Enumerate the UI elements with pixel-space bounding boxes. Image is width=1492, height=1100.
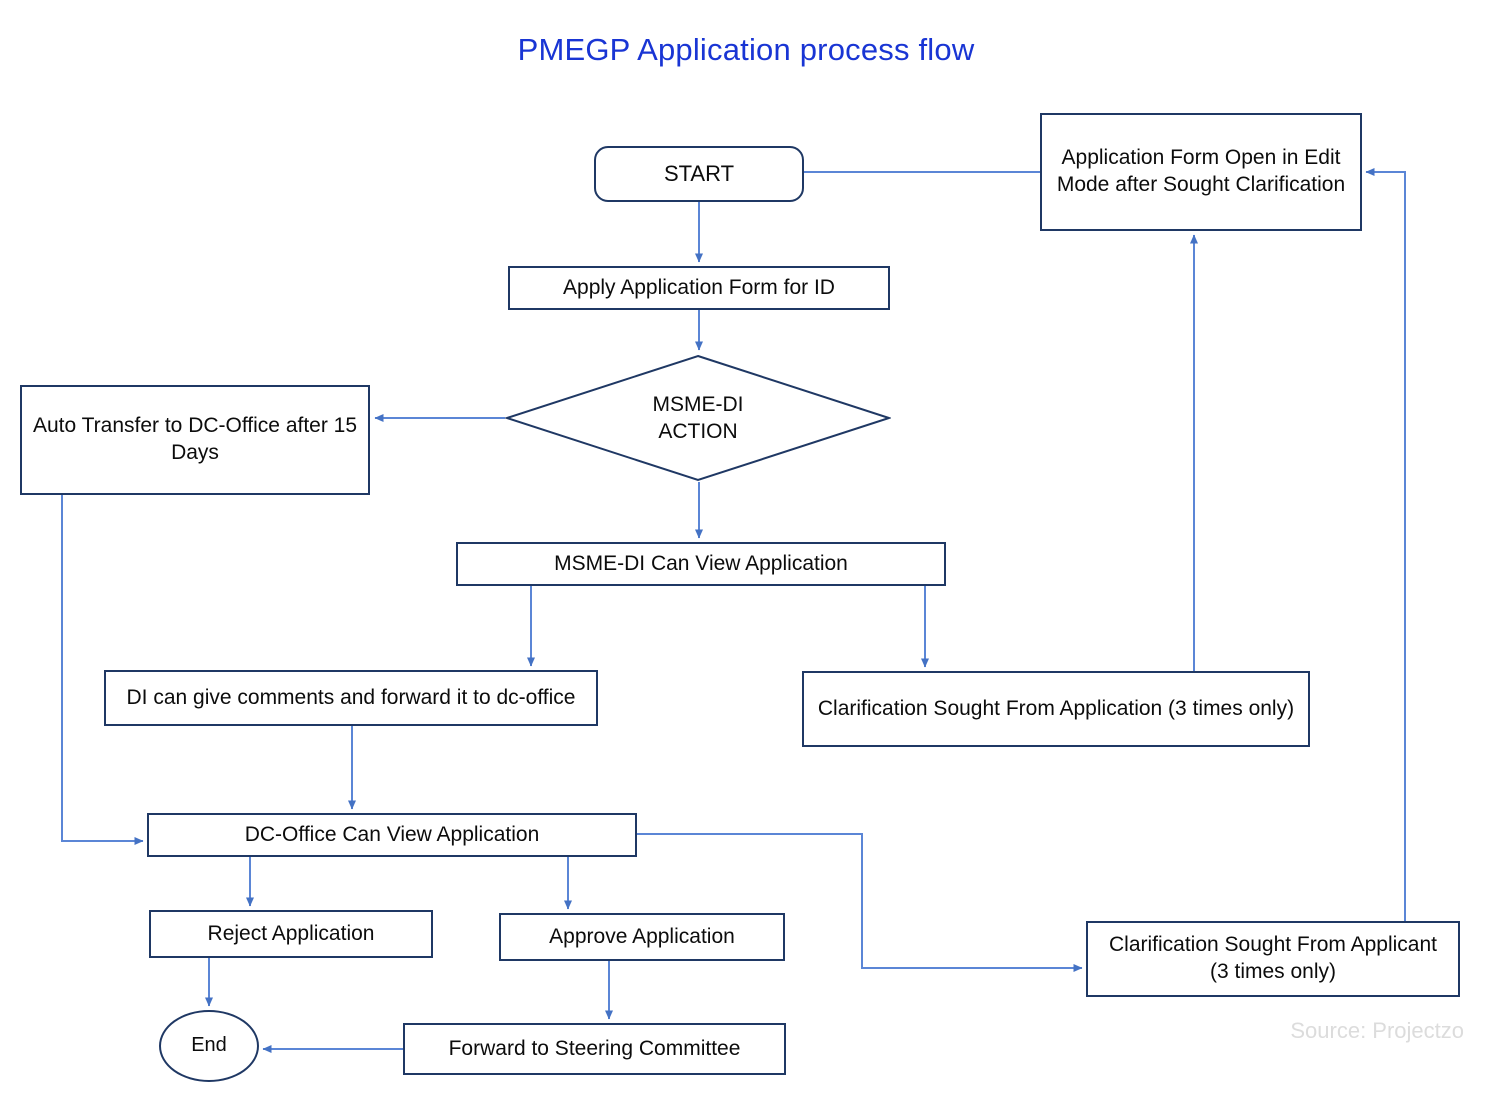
source-attribution: Source: Projectzo (1290, 1018, 1464, 1043)
node-clarification-sought-from-application[interactable]: Clarification Sought From Application (3… (802, 671, 1310, 747)
node-start[interactable]: START (594, 146, 804, 202)
node-approve-application[interactable]: Approve Application (499, 913, 785, 961)
node-msme-di-can-view-application[interactable]: MSME-DI Can View Application (456, 542, 946, 586)
node-reject-application[interactable]: Reject Application (149, 910, 433, 958)
node-clarification-sought-from-applicant[interactable]: Clarification Sought From Applicant (3 t… (1086, 921, 1460, 997)
node-di-comments-forward[interactable]: DI can give comments and forward it to d… (104, 670, 598, 726)
node-forward-to-steering-committee[interactable]: Forward to Steering Committee (403, 1023, 786, 1075)
node-apply-application-form[interactable]: Apply Application Form for ID (508, 266, 890, 310)
page-title: PMEGP Application process flow (517, 32, 975, 67)
decision-label: MSME-DI ACTION (505, 354, 891, 482)
edge-auto-to-dcoffice (61, 495, 144, 845)
node-application-form-edit-mode[interactable]: Application Form Open in Edit Mode after… (1040, 113, 1362, 231)
node-end[interactable]: End (159, 1010, 259, 1082)
node-msme-di-action-decision[interactable]: MSME-DI ACTION (505, 354, 891, 482)
node-dc-office-can-view-application[interactable]: DC-Office Can View Application (147, 813, 637, 857)
edge-clarant-to-editmode (1365, 168, 1406, 921)
decision-label-line1: MSME-DI (652, 392, 744, 416)
node-auto-transfer-dc-office[interactable]: Auto Transfer to DC-Office after 15 Days (20, 385, 370, 495)
decision-label-line2: ACTION (658, 420, 738, 443)
flowchart-canvas: PMEGP Application process flow START App… (0, 0, 1492, 1100)
